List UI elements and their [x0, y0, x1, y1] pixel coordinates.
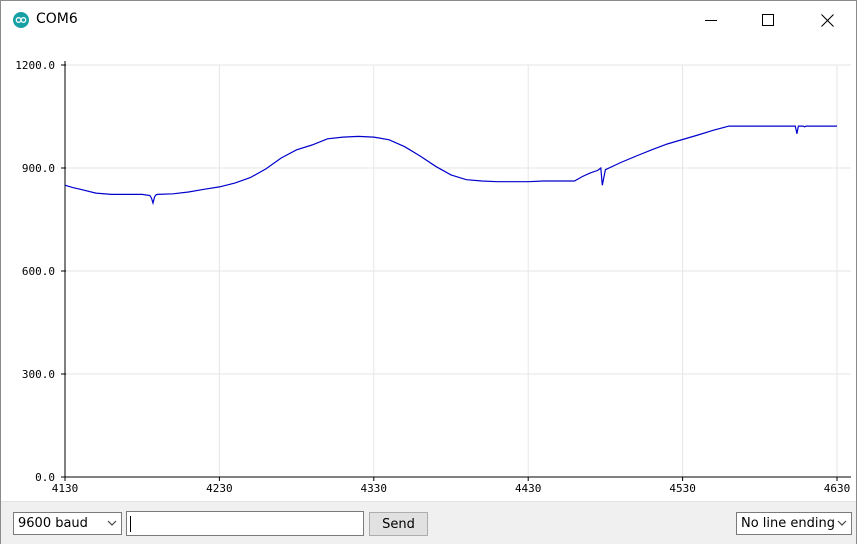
send-input[interactable]: [126, 511, 364, 536]
x-tick-label: 4530: [669, 482, 696, 495]
close-icon: [820, 13, 834, 27]
maximize-button[interactable]: [745, 1, 791, 39]
close-button[interactable]: [804, 1, 850, 39]
title-bar[interactable]: COM6: [1, 1, 856, 39]
x-tick-label: 4630: [824, 482, 851, 495]
minimize-button[interactable]: [688, 1, 734, 39]
plot-area: 0.0 300.0 600.0 900.0 1200.0 4130 4230 4330 4430…: [1, 39, 856, 501]
line-ending-select[interactable]: No line ending: [736, 512, 852, 535]
line-ending-value: No line ending: [741, 516, 835, 531]
chevron-down-icon: [107, 520, 117, 526]
x-tick-label: 4130: [52, 482, 79, 495]
text-caret: [130, 516, 131, 532]
baud-rate-value: 9600 baud: [18, 516, 88, 531]
arduino-icon: [13, 12, 29, 28]
y-tick-label: 1200.0: [15, 59, 55, 72]
chevron-down-icon: [837, 520, 847, 526]
y-tick-label: 900.0: [22, 162, 55, 175]
window-title: COM6: [36, 11, 78, 27]
baud-rate-select[interactable]: 9600 baud: [13, 512, 122, 535]
x-tick-label: 4230: [206, 482, 233, 495]
bottom-toolbar: 9600 baud Send No line ending: [1, 501, 856, 544]
series-line: [64, 125, 837, 206]
minimize-icon: [705, 20, 717, 21]
send-button[interactable]: Send: [369, 512, 428, 536]
y-tick-label: 600.0: [22, 265, 55, 278]
serial-plotter-window: COM6 0.0 300.0 600.0 900.0 1200.0 4130 4230 433…: [0, 0, 857, 544]
y-tick-label: 300.0: [22, 368, 55, 381]
maximize-icon: [762, 14, 774, 26]
line-chart: 0.0300.0600.0900.01200.04130 4230 4330 4430…: [15, 59, 851, 495]
x-tick-label: 4430: [515, 482, 542, 495]
x-tick-label: 4330: [361, 482, 388, 495]
